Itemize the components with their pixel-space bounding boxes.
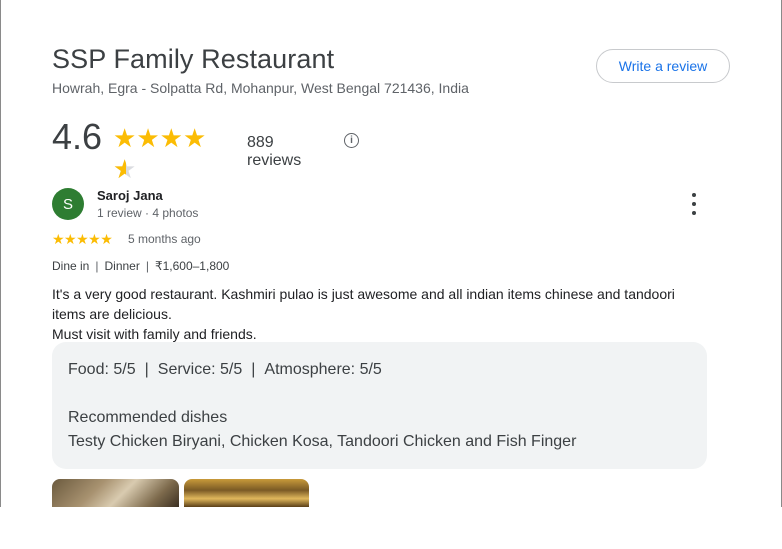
average-stars: ★★★★★ ★ — [113, 123, 206, 185]
star-icon: ★ — [136, 123, 160, 153]
place-address: Howrah, Egra - Solpatta Rd, Mohanpur, We… — [52, 80, 469, 96]
separator: | — [251, 361, 256, 378]
more-vert-icon[interactable] — [686, 193, 702, 215]
recommended-title: Recommended dishes — [68, 409, 228, 426]
write-review-button[interactable]: Write a review — [596, 49, 730, 83]
avatar[interactable]: S — [52, 188, 84, 220]
recommended-dishes: Testy Chicken Biryani, Chicken Kosa, Tan… — [68, 433, 577, 450]
place-title: SSP Family Restaurant — [52, 44, 335, 74]
star-icon: ★ — [159, 123, 183, 153]
review-time: 5 months ago — [128, 232, 201, 246]
separator: | — [95, 259, 99, 273]
info-icon[interactable]: i — [344, 133, 359, 148]
attribute-scores: Food: 5/5 | Service: 5/5 | Atmosphere: 5/5 — [68, 361, 382, 379]
food-score: Food: 5/5 — [68, 361, 136, 378]
visit-type: Dine in — [52, 259, 90, 273]
review-photo[interactable] — [52, 479, 179, 507]
review-text-line: Must visit with family and friends. — [52, 326, 257, 342]
service-score: Service: 5/5 — [157, 361, 243, 378]
page-bottom-edge — [0, 507, 782, 549]
review-count-link[interactable]: 889 reviews — [247, 134, 301, 170]
reviewer-meta: 1 review · 4 photos — [97, 206, 199, 220]
review-stars: ★★★★★ — [52, 231, 113, 247]
star-icon: ★ — [182, 123, 207, 153]
separator: | — [145, 259, 149, 273]
visit-info: Dine in | Dinner | ₹1,600–1,800 — [52, 259, 229, 273]
review-photo[interactable] — [184, 479, 309, 507]
visit-meal: Dinner — [104, 259, 140, 273]
separator: | — [144, 361, 149, 378]
average-rating: 4.6 — [52, 116, 103, 157]
review-text: It's a very good restaurant. Kashmiri pu… — [52, 284, 692, 344]
review-text-line: It's a very good restaurant. Kashmiri pu… — [52, 286, 675, 322]
half-star-icon: ★ ★ — [113, 154, 137, 184]
reviewer-name[interactable]: Saroj Jana — [97, 188, 163, 203]
star-icon: ★ — [113, 123, 137, 153]
visit-price: ₹1,600–1,800 — [154, 259, 230, 273]
atmosphere-score: Atmosphere: 5/5 — [264, 361, 382, 378]
review-attributes: Food: 5/5 | Service: 5/5 | Atmosphere: 5/5 R… — [52, 342, 707, 469]
